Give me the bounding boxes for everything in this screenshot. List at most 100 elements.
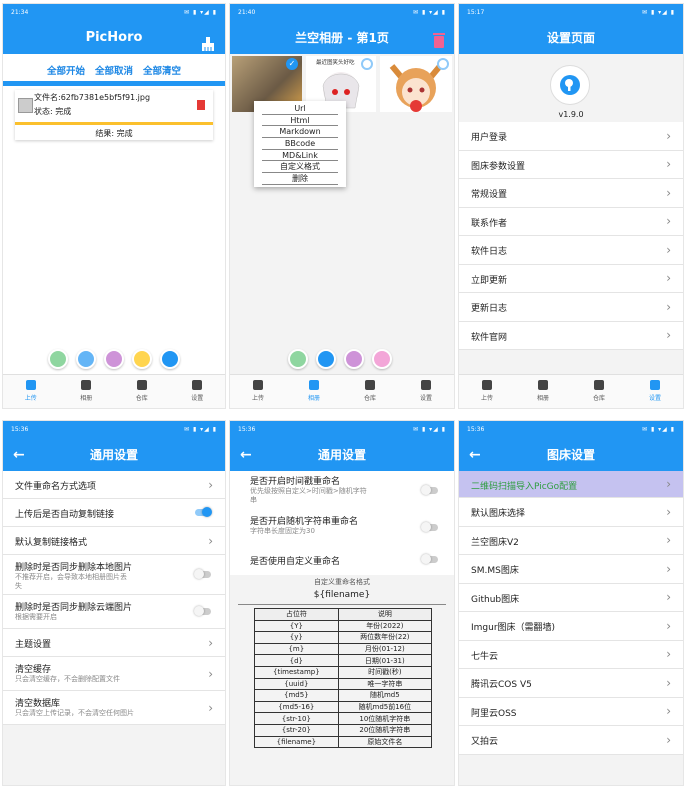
host-item-0[interactable]: 默认图床选择 › xyxy=(459,498,683,527)
camera-fab-button[interactable] xyxy=(48,349,68,369)
settings-item-0[interactable]: 是否开启时间戳重命名 优先级按照自定义>时间戳>随机字符串 xyxy=(230,471,454,511)
settings-item-4[interactable]: 删除时是否同步删除云端图片 根据需要开启 xyxy=(3,595,225,629)
status-bar: 15:36 ✉ ▮ ▾◢ ▮ xyxy=(459,421,683,439)
nav-item-3[interactable]: 设置 xyxy=(170,375,226,408)
chevron-right-icon: › xyxy=(666,504,671,519)
settings-item-0[interactable]: 文件重命名方式选项 › xyxy=(3,471,225,499)
placeholder-cell: {uuid} xyxy=(254,677,339,691)
wifi-fab-button[interactable] xyxy=(132,349,152,369)
nav-label: 设置 xyxy=(191,395,204,402)
nav-item-1[interactable]: 相册 xyxy=(59,375,115,408)
host-item-8[interactable]: 又拍云 › xyxy=(459,726,683,755)
settings-item-4[interactable]: 软件日志 › xyxy=(459,236,683,265)
menu-item-6[interactable]: 删除 xyxy=(262,173,338,185)
settings-item-6[interactable]: 更新日志 › xyxy=(459,293,683,322)
nav-item-2[interactable]: 仓库 xyxy=(342,375,398,408)
toggle-switch[interactable] xyxy=(421,522,438,532)
nav-item-0[interactable]: 上传 xyxy=(230,375,286,408)
menu-item-3[interactable]: BBcode xyxy=(262,138,338,150)
app-bar: 设置页面 xyxy=(459,22,683,54)
toggle-switch[interactable] xyxy=(194,606,211,616)
code-fab-button[interactable] xyxy=(288,349,308,369)
toggle-knob xyxy=(194,606,204,616)
menu-item-5[interactable]: 自定义格式 xyxy=(262,161,338,174)
host-item-2[interactable]: SM.MS图床 › xyxy=(459,555,683,584)
description-cell: 原始文件名 xyxy=(337,735,433,749)
settings-icon xyxy=(421,380,431,390)
host-item-4[interactable]: Imgur图床（需翻墙) › xyxy=(459,612,683,641)
host-item-3[interactable]: Github图床 › xyxy=(459,583,683,612)
settings-icon xyxy=(192,380,203,390)
select-circle-icon[interactable] xyxy=(437,58,449,70)
item-label: 是否使用自定义重命名 xyxy=(250,557,341,567)
nav-item-0[interactable]: 上传 xyxy=(459,375,515,408)
host-item-5[interactable]: 七牛云 › xyxy=(459,640,683,669)
item-label: 更新日志 xyxy=(471,304,508,314)
cancel-all-button[interactable]: 全部取消 xyxy=(95,66,133,77)
host-item-7[interactable]: 阿里云OSS › xyxy=(459,697,683,726)
check-fab-button[interactable] xyxy=(372,349,392,369)
format-value[interactable]: ${filename} xyxy=(230,590,454,600)
settings-item-1[interactable]: 图床参数设置 › xyxy=(459,150,683,179)
nav-item-3[interactable]: 设置 xyxy=(627,375,683,408)
settings-item-2[interactable]: 默认复制链接格式 › xyxy=(3,527,225,555)
back-arrow-icon[interactable]: ← xyxy=(240,439,252,471)
image-thumb-3[interactable] xyxy=(380,56,452,112)
nav-item-3[interactable]: 设置 xyxy=(398,375,454,408)
host-item-6[interactable]: 腾讯云COS V5 › xyxy=(459,669,683,698)
clean-icon[interactable] xyxy=(201,32,215,51)
nav-item-0[interactable]: 上传 xyxy=(3,375,59,408)
toggle-knob xyxy=(421,554,431,564)
gallery-fab-button[interactable] xyxy=(76,349,96,369)
toggle-switch[interactable] xyxy=(194,569,211,579)
settings-item-7[interactable]: 清空数据库 只会清空上传记录，不会清空任何图片 › xyxy=(3,691,225,725)
description-cell: 10位随机字符串 xyxy=(337,712,433,725)
select-circle-icon[interactable] xyxy=(361,58,373,70)
menu-item-4[interactable]: MD&Link xyxy=(262,150,338,162)
toggle-switch[interactable] xyxy=(195,507,212,517)
qr-import-item[interactable]: 二维码扫描导入PicGo配置 › xyxy=(459,471,683,498)
settings-item-0[interactable]: 用户登录 › xyxy=(459,122,683,151)
copy-fab-button[interactable] xyxy=(344,349,364,369)
status-time: 15:36 xyxy=(238,426,256,433)
settings-item-5[interactable]: 主题设置 › xyxy=(3,629,225,657)
menu-item-0[interactable]: Url xyxy=(262,103,338,115)
chevron-right-icon: › xyxy=(666,128,671,143)
settings-item-7[interactable]: 软件官网 › xyxy=(459,321,683,350)
album-icon xyxy=(81,380,92,390)
back-arrow-icon[interactable]: ← xyxy=(469,439,481,471)
nav-item-1[interactable]: 相册 xyxy=(515,375,571,408)
toggle-switch[interactable] xyxy=(421,554,438,564)
item-subtitle: 不推荐开启，会导致本地相册图片丢 xyxy=(15,573,127,581)
settings-item-6[interactable]: 清空缓存 只会清空缓存，不会删除配置文件 › xyxy=(3,657,225,691)
settings-item-1[interactable]: 是否开启随机字符串重命名 字符串长度固定为30 xyxy=(230,511,454,545)
paint-fab-button[interactable] xyxy=(104,349,124,369)
nav-item-1[interactable]: 相册 xyxy=(286,375,342,408)
trash-icon[interactable] xyxy=(432,28,446,48)
menu-item-2[interactable]: Markdown xyxy=(262,126,338,139)
settings-item-1[interactable]: 上传后是否自动复制链接 xyxy=(3,499,225,527)
delete-icon[interactable] xyxy=(197,100,205,110)
nav-label: 仓库 xyxy=(135,395,148,402)
nav-item-2[interactable]: 仓库 xyxy=(571,375,627,408)
nav-label: 上传 xyxy=(480,395,493,402)
check-icon[interactable]: ✓ xyxy=(286,58,298,70)
settings-item-3[interactable]: 联系作者 › xyxy=(459,207,683,236)
toggle-switch[interactable] xyxy=(421,485,438,495)
menu-fab-button[interactable] xyxy=(160,349,180,369)
item-label: 二维码扫描导入PicGo配置 xyxy=(471,482,578,492)
start-all-button[interactable]: 全部开始 xyxy=(47,66,85,77)
table-header-row: 占位符 说明 xyxy=(254,608,433,621)
settings-item-3[interactable]: 删除时是否同步删除本地图片 不推荐开启，会导致本地相册图片丢失 xyxy=(3,555,225,595)
settings-item-2[interactable]: 常规设置 › xyxy=(459,179,683,208)
clear-all-button[interactable]: 全部清空 xyxy=(143,66,181,77)
settings-item-5[interactable]: 立即更新 › xyxy=(459,264,683,293)
screen-image-host-settings: 15:36 ✉ ▮ ▾◢ ▮ ← 图床设置 二维码扫描导入PicGo配置 › 默认图床选… xyxy=(458,420,684,786)
home-fab-button[interactable] xyxy=(316,349,336,369)
host-item-1[interactable]: 兰空图床V2 › xyxy=(459,526,683,555)
nav-item-2[interactable]: 仓库 xyxy=(114,375,170,408)
back-arrow-icon[interactable]: ← xyxy=(13,439,25,471)
app-bar: ← 图床设置 xyxy=(459,439,683,471)
menu-item-1[interactable]: Html xyxy=(262,115,338,127)
settings-item-2[interactable]: 是否使用自定义重命名 xyxy=(230,545,454,575)
